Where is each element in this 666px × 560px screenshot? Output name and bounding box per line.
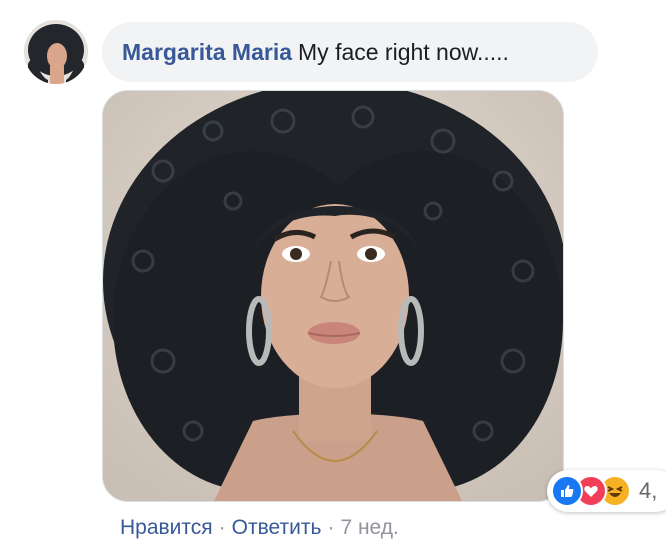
comment-actions: Нравится · Ответить · 7 нед. <box>120 516 399 540</box>
reply-link[interactable]: Ответить <box>232 516 322 539</box>
author-avatar[interactable] <box>24 20 88 84</box>
like-link[interactable]: Нравится <box>120 516 213 539</box>
separator: · <box>327 516 335 539</box>
comment-bubble: Margarita Maria My face right now..... <box>102 22 598 82</box>
separator: · <box>218 516 226 539</box>
reactions-summary[interactable]: 4, <box>547 470 666 512</box>
reactions-count: 4, <box>639 478 658 503</box>
comment-author-link[interactable]: Margarita Maria <box>122 39 292 66</box>
comment-timestamp[interactable]: 7 нед. <box>340 516 398 539</box>
like-icon <box>551 475 583 507</box>
comment-photo[interactable] <box>102 90 564 502</box>
comment-text: My face right now..... <box>298 38 509 65</box>
